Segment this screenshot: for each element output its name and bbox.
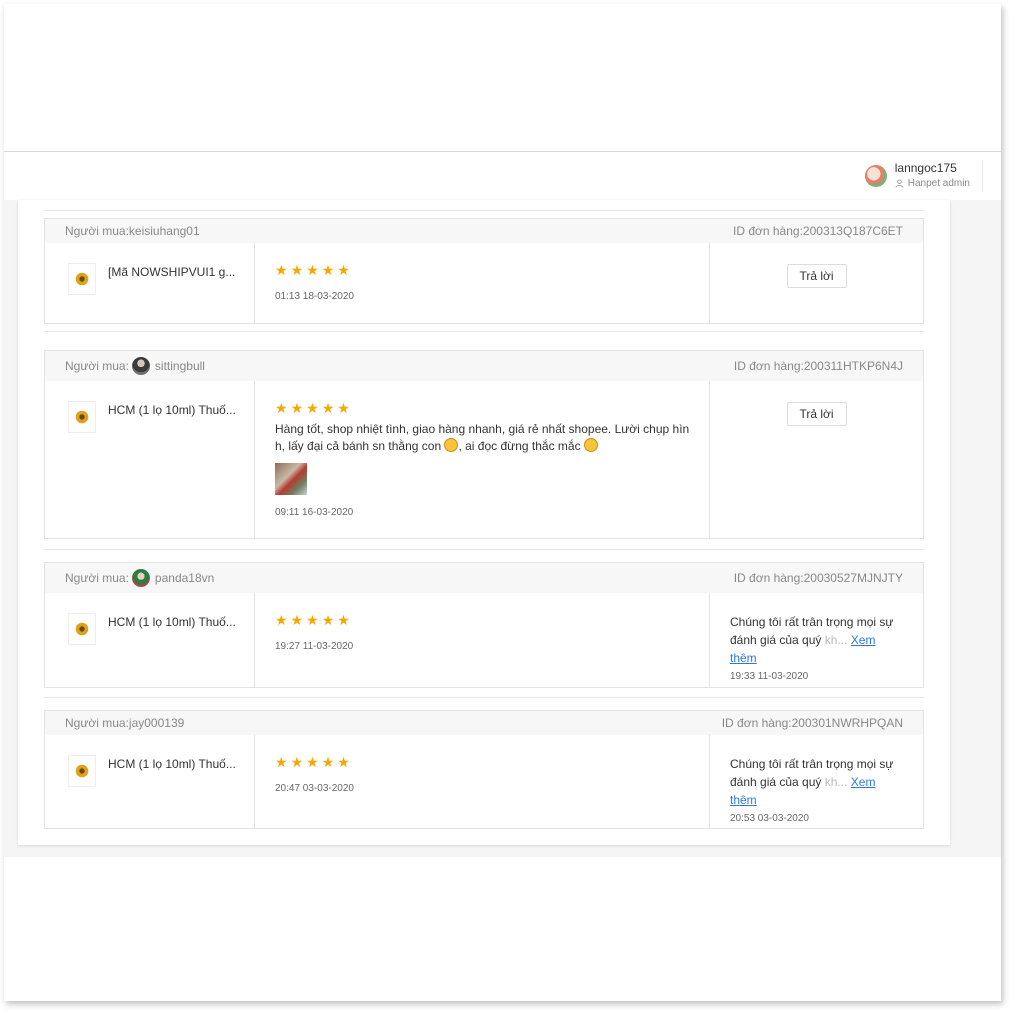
order-prefix: ID đơn hàng: [721,716,792,730]
product-cell: HCM (1 lọ 10ml) Thuố... [45,593,255,687]
user-account-menu[interactable]: lanngoc175 Hanpet admin [864,160,983,192]
review-card: Người mua: jay000139 ID đơn hàng:200301NW… [44,710,924,829]
page-frame: lanngoc175 Hanpet admin Người mua: keisiu… [4,4,1001,1001]
user-avatar [864,165,887,187]
product-cell: [Mã NOWSHIPVUI1 g... [45,243,255,323]
review-card-header: Người mua: panda18vn ID đơn hàng:2003052… [45,563,923,593]
buyer-info: Người mua: panda18vn [65,569,214,587]
buyer-name[interactable]: panda18vn [155,571,214,585]
role-label: Hanpet admin [907,178,970,189]
buyer-avatar [131,357,150,375]
product-name[interactable]: HCM (1 lọ 10ml) Thuố... [108,403,236,417]
product-thumbnail[interactable] [68,401,96,433]
star-rating: ★★★★★ [275,400,353,416]
review-time: 20:47 03-03-2020 [275,783,354,794]
divider [44,331,924,332]
review-text: Hàng tốt, shop nhiệt tình, giao hàng nha… [275,421,695,455]
product-cell: HCM (1 lọ 10ml) Thuố... [45,381,255,538]
buyer-avatar [131,569,150,587]
reviews-panel: Người mua: keisiuhang01 ID đơn hàng:20031… [18,200,950,845]
reply-line1: Chúng tôi rất trân trọng mọi sự [730,757,894,771]
review-photo[interactable] [275,463,307,495]
reply-time: 19:33 11-03-2020 [730,671,809,682]
star-rating: ★★★★★ [275,612,353,628]
order-prefix: ID đơn hàng: [733,224,803,238]
order-id: ID đơn hàng:200301NWRHPQAN [722,716,903,730]
person-icon [895,179,904,188]
reply-cell: Trả lời [710,243,923,323]
username: lanngoc175 [894,161,957,175]
star-rating: ★★★★★ [275,754,353,770]
rating-cell: ★★★★★ 20:47 03-03-2020 [255,735,710,828]
reply-cell: Chúng tôi rất trân trọng mọi sự đánh giá… [710,593,923,687]
product-cell: HCM (1 lọ 10ml) Thuố... [45,735,255,828]
product-thumbnail[interactable] [68,613,96,645]
review-time: 09:11 16-03-2020 [275,507,354,518]
laughing-emoji-icon [444,438,459,452]
star-rating: ★★★★★ [275,262,353,278]
buyer-name[interactable]: keisiuhang01 [129,224,200,238]
product-thumbnail[interactable] [68,263,96,295]
buyer-info: Người mua: jay000139 [65,716,184,730]
product-name[interactable]: HCM (1 lọ 10ml) Thuố... [108,757,236,771]
review-card: Người mua: sittingbull ID đơn hàng:20031… [44,350,924,539]
divider [44,549,924,550]
buyer-info: Người mua: keisiuhang01 [65,224,200,238]
order-id-value[interactable]: 200311HTKP6N4J [804,359,903,373]
order-id-value[interactable]: 200301NWRHPQAN [792,716,903,730]
buyer-prefix: Người mua: [65,224,129,238]
reply-line2: đánh giá của quý kh... [730,633,848,647]
review-text-line2: h, lấy đại cả bánh sn thằng con [275,439,442,453]
rating-cell: ★★★★★ 01:13 18-03-2020 [255,243,710,323]
review-card-header: Người mua: sittingbull ID đơn hàng:20031… [45,351,923,381]
review-card: Người mua: keisiuhang01 ID đơn hàng:20031… [44,218,924,324]
sunflower-icon [75,272,89,286]
buyer-prefix: Người mua: [65,571,129,585]
reply-truncated-tail: kh... [824,775,848,789]
review-card-header: Người mua: jay000139 ID đơn hàng:200301NW… [45,711,923,735]
rating-cell: ★★★★★ 19:27 11-03-2020 [255,593,710,687]
review-text-line1: Hàng tốt, shop nhiệt tình, giao hàng nha… [275,422,690,436]
buyer-prefix: Người mua: [65,716,129,730]
buyer-info: Người mua: sittingbull [65,357,205,375]
review-time: 19:27 11-03-2020 [275,641,354,652]
sunflower-icon [75,622,89,636]
top-header: lanngoc175 Hanpet admin [4,151,1001,201]
reply-line1: Chúng tôi rất trân trọng mọi sự [730,615,894,629]
buyer-name[interactable]: jay000139 [129,716,184,730]
reply-line2: đánh giá của quý kh... [730,775,848,789]
sunflower-icon [75,410,89,424]
reply-button[interactable]: Trả lời [786,402,847,426]
order-id-value[interactable]: 200313Q187C6ET [803,224,903,238]
review-card: Người mua: panda18vn ID đơn hàng:2003052… [44,562,924,688]
product-thumbnail[interactable] [68,755,96,787]
reply-time: 20:53 03-03-2020 [730,813,809,824]
divider [44,210,924,211]
user-role: Hanpet admin [895,176,970,191]
review-card-header: Người mua: keisiuhang01 ID đơn hàng:20031… [45,219,923,243]
shop-reply: Chúng tôi rất trân trọng mọi sự đánh giá… [730,613,903,667]
rating-cell: ★★★★★ Hàng tốt, shop nhiệt tình, giao hà… [255,381,710,538]
content-area: Người mua: keisiuhang01 ID đơn hàng:20031… [4,200,1001,857]
order-prefix: ID đơn hàng: [733,571,804,585]
product-name[interactable]: HCM (1 lọ 10ml) Thuố... [108,615,236,629]
reply-cell: Chúng tôi rất trân trọng mọi sự đánh giá… [710,735,923,828]
order-id-value[interactable]: 20030527MJNJTY [804,571,903,585]
review-text-line3: , ai đọc đừng thắc mắc [458,439,581,453]
reply-truncated-tail: kh... [824,633,848,647]
order-prefix: ID đơn hàng: [733,359,804,373]
product-name[interactable]: [Mã NOWSHIPVUI1 g... [108,265,235,279]
reply-cell: Trả lời [710,381,923,538]
buyer-name[interactable]: sittingbull [155,359,205,373]
order-id: ID đơn hàng:200311HTKP6N4J [734,359,903,373]
reply-button[interactable]: Trả lời [786,264,847,288]
order-id: ID đơn hàng:20030527MJNJTY [734,571,903,585]
buyer-prefix: Người mua: [65,359,129,373]
review-time: 01:13 18-03-2020 [275,291,354,302]
sweat-smile-emoji-icon [583,438,598,452]
divider [44,697,924,698]
order-id: ID đơn hàng:200313Q187C6ET [733,224,903,238]
sunflower-icon [75,764,89,778]
shop-reply: Chúng tôi rất trân trọng mọi sự đánh giá… [730,755,903,809]
